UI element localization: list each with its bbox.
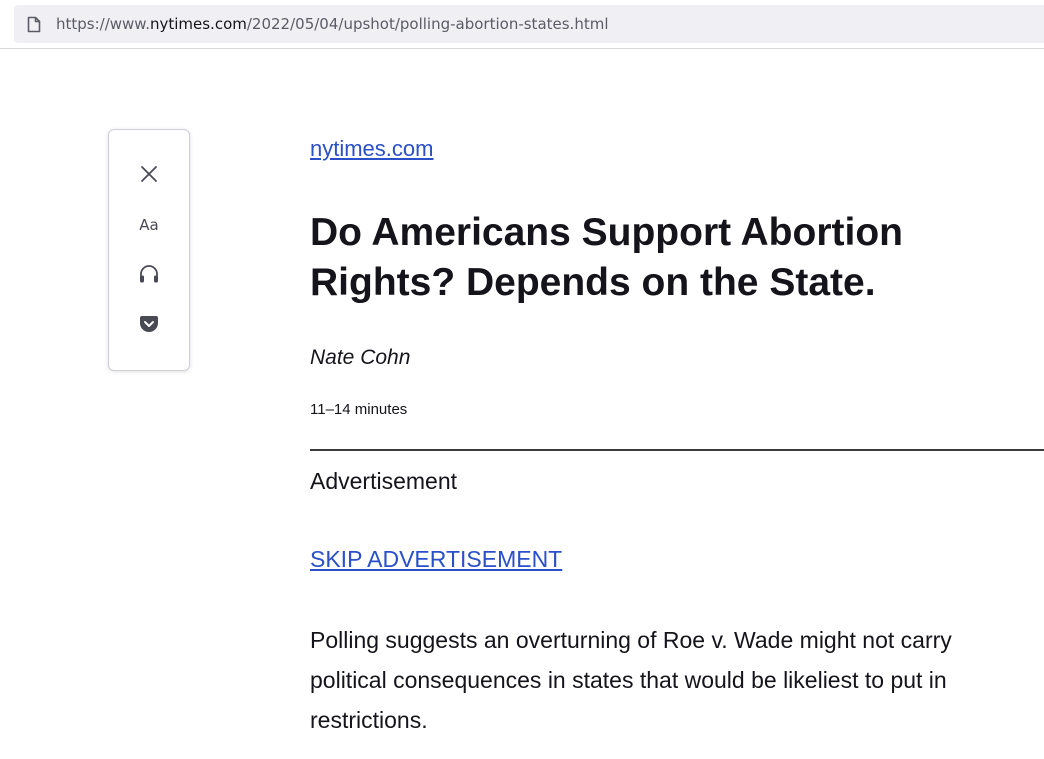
headphones-icon — [138, 264, 160, 289]
url-domain: nytimes.com — [149, 15, 247, 33]
header-divider — [310, 449, 1044, 451]
url-bar[interactable]: https://www.nytimes.com/2022/05/04/upsho… — [14, 5, 1044, 43]
type-controls-button[interactable]: Aa — [109, 205, 189, 245]
advertisement-label: Advertisement — [310, 468, 458, 494]
skip-advertisement-link[interactable]: SKIP ADVERTISEMENT — [310, 546, 562, 573]
page-icon — [26, 15, 42, 33]
address-bar-area: https://www.nytimes.com/2022/05/04/upsho… — [0, 0, 1044, 49]
close-reader-button[interactable] — [109, 156, 189, 196]
pocket-icon — [139, 315, 159, 338]
type-controls-label: Aa — [139, 216, 159, 234]
narrate-button[interactable] — [109, 256, 189, 296]
save-to-pocket-button[interactable] — [109, 306, 189, 346]
article-summary: Polling suggests an overturning of Roe v… — [310, 627, 952, 733]
url-prefix: https://www. — [56, 15, 150, 33]
article-byline: Nate Cohn — [310, 346, 411, 369]
article-headline: Do Americans Support Abortion Rights? De… — [310, 211, 903, 304]
url-text[interactable]: https://www.nytimes.com/2022/05/04/upsho… — [56, 15, 609, 33]
reading-time: 11–14 minutes — [310, 401, 408, 418]
url-path: /2022/05/04/upshot/polling-abortion-stat… — [246, 15, 609, 33]
reader-view-toolbar: Aa — [108, 129, 190, 371]
site-link[interactable]: nytimes.com — [310, 136, 433, 162]
close-icon — [140, 165, 158, 188]
